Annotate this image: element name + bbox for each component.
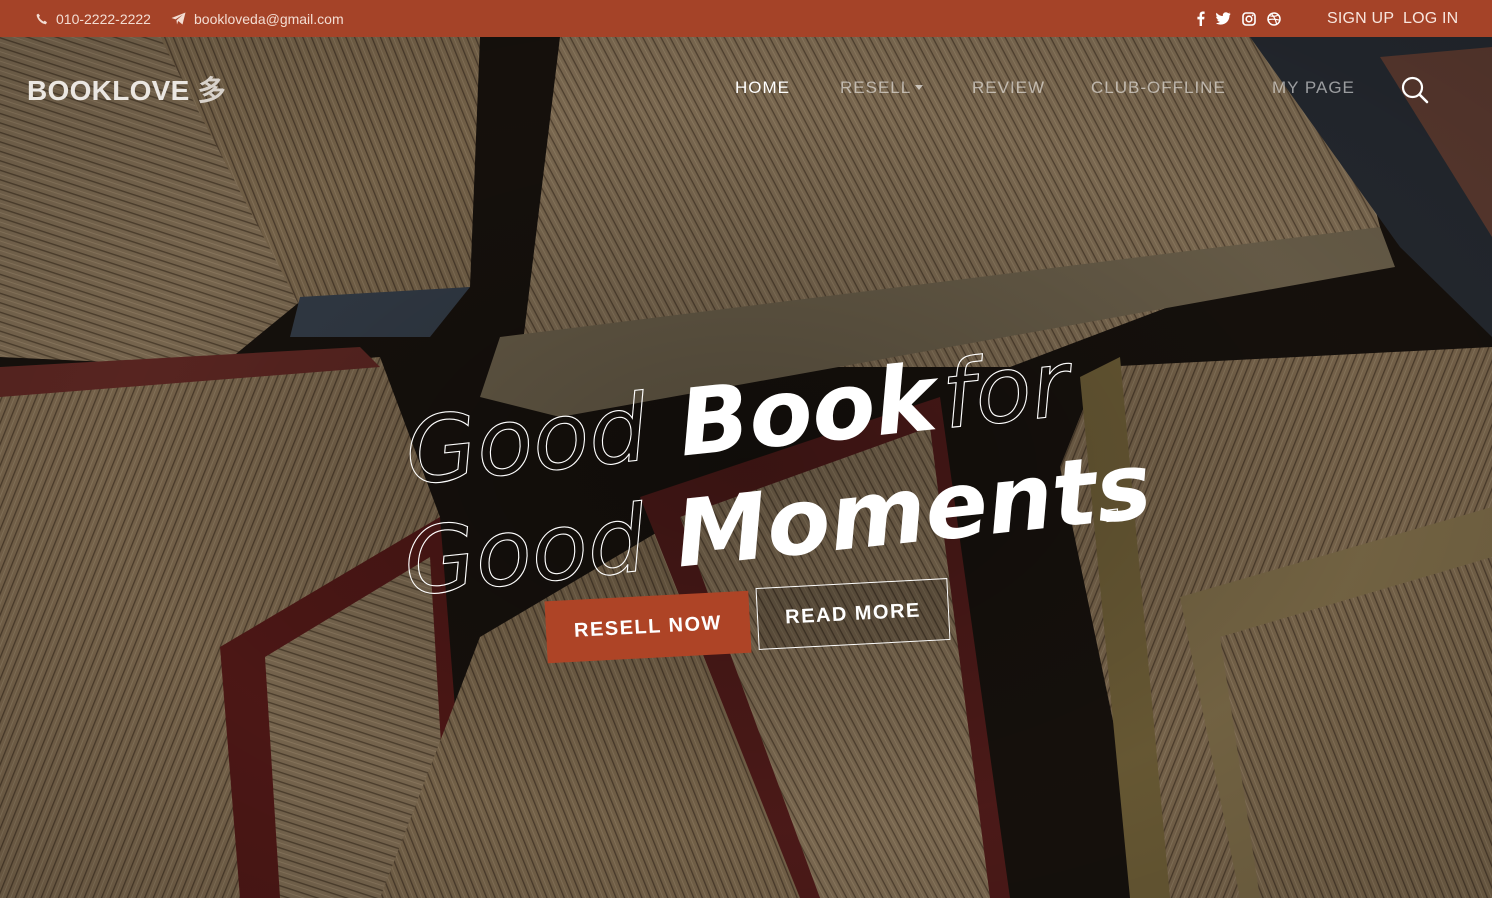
email-address[interactable]: bookloveda@gmail.com — [194, 11, 344, 27]
read-more-button[interactable]: READ MORE — [755, 578, 951, 650]
headline-for: for — [937, 330, 1079, 450]
resell-now-button[interactable]: RESELL NOW — [544, 590, 752, 664]
instagram-icon[interactable] — [1242, 11, 1256, 26]
dribbble-icon[interactable] — [1267, 11, 1281, 26]
top-bar: 010-2222-2222 bookloveda@gmail.com SIGN … — [0, 0, 1492, 37]
contact-email[interactable]: bookloveda@gmail.com — [171, 0, 344, 37]
paper-plane-icon — [171, 12, 186, 25]
hero-section: BOOKLOVE 多 HOME RESELL REVIEW CLUB-OFFLIN… — [0, 37, 1492, 898]
twitter-icon[interactable] — [1216, 12, 1231, 25]
log-in-link[interactable]: LOG IN — [1403, 0, 1458, 37]
facebook-icon[interactable] — [1196, 11, 1205, 26]
phone-number: 010-2222-2222 — [56, 10, 151, 27]
sign-up-link[interactable]: SIGN UP — [1327, 0, 1394, 37]
hero-headline: Good Book for Good Moments . — [398, 329, 1156, 617]
contact-phone: 010-2222-2222 — [36, 0, 151, 37]
social-links — [1196, 0, 1281, 37]
phone-icon — [36, 13, 48, 25]
headline-good-1: Good — [400, 374, 653, 506]
